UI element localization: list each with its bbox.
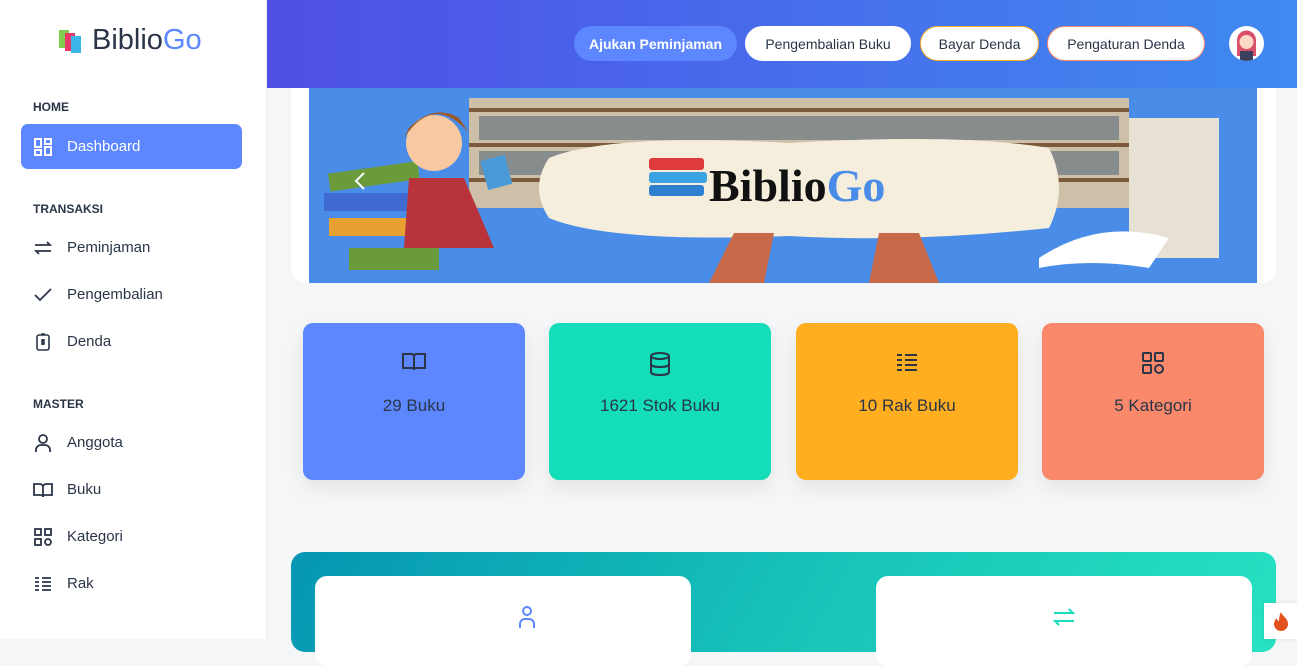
list-icon	[33, 574, 53, 594]
category-icon	[33, 527, 53, 547]
stat-card-stok[interactable]: 1621 Stok Buku	[549, 323, 771, 480]
sidebar-item-label: Dashboard	[67, 138, 141, 155]
pengaturan-denda-button[interactable]: Pengaturan Denda	[1047, 26, 1205, 61]
brand-name: Biblio	[92, 24, 163, 56]
dashboard-icon	[33, 137, 53, 157]
sidebar-item-anggota[interactable]: Anggota	[21, 420, 242, 465]
sidebar-item-kategori[interactable]: Kategori	[21, 514, 242, 559]
bayar-denda-button[interactable]: Bayar Denda	[920, 26, 1039, 61]
receipt-dollar-icon	[33, 332, 53, 352]
sidebar: Biblio Go HOME Dashboard TRANSAKSI Peminj…	[0, 0, 267, 639]
fire-icon[interactable]	[1264, 603, 1297, 639]
arrows-exchange-icon	[1053, 608, 1075, 626]
brand-logo[interactable]: Biblio Go	[58, 24, 202, 57]
section-transaksi: TRANSAKSI	[33, 202, 104, 216]
database-icon	[649, 352, 671, 377]
sidebar-item-label: Peminjaman	[67, 239, 151, 256]
topbar: Ajukan Peminjaman Pengembalian Buku Baya…	[267, 0, 1297, 88]
banner-image: BiblioGo	[309, 88, 1257, 283]
avatar[interactable]	[1229, 26, 1264, 61]
arrows-exchange-icon	[33, 238, 53, 258]
sidebar-item-label: Buku	[67, 481, 102, 498]
summary-card-peminjaman	[876, 576, 1252, 666]
svg-text:BiblioGo: BiblioGo	[709, 160, 885, 211]
sidebar-item-denda[interactable]: Denda	[21, 319, 242, 364]
section-home: HOME	[33, 100, 69, 114]
banner: BiblioGo	[291, 88, 1276, 283]
check-icon	[33, 285, 53, 305]
sidebar-item-dashboard[interactable]: Dashboard	[21, 124, 242, 169]
sidebar-item-label: Anggota	[67, 434, 123, 451]
user-icon	[33, 433, 53, 453]
sidebar-item-label: Denda	[67, 333, 112, 350]
sidebar-item-label: Pengembalian	[67, 286, 163, 303]
ajukan-peminjaman-button[interactable]: Ajukan Peminjaman	[574, 26, 737, 61]
sidebar-item-label: Rak	[67, 575, 94, 592]
pengembalian-buku-button[interactable]: Pengembalian Buku	[745, 26, 911, 61]
book-icon	[33, 480, 53, 500]
stat-card-kategori[interactable]: 5 Kategori	[1042, 323, 1264, 480]
user-icon	[519, 606, 535, 628]
stat-label: 1621 Stok Buku	[599, 396, 721, 415]
stat-card-rak[interactable]: 10 Rak Buku	[796, 323, 1018, 480]
stat-label: 10 Rak Buku	[858, 396, 956, 415]
brand-name-accent: Go	[162, 24, 202, 56]
category-icon	[1142, 352, 1164, 376]
stat-card-buku[interactable]: 29 Buku	[303, 323, 525, 480]
stat-label: 29 Buku	[382, 396, 446, 415]
sidebar-item-buku[interactable]: Buku	[21, 467, 242, 512]
sidebar-item-label: Kategori	[67, 528, 123, 545]
list-icon	[896, 352, 918, 376]
summary-card-anggota	[315, 576, 691, 666]
sidebar-item-rak[interactable]: Rak	[21, 561, 242, 606]
book-icon	[402, 352, 426, 376]
section-master: MASTER	[33, 397, 84, 411]
sidebar-item-pengembalian[interactable]: Pengembalian	[21, 272, 242, 317]
stat-label: 5 Kategori	[1114, 396, 1192, 415]
sidebar-item-peminjaman[interactable]: Peminjaman	[21, 225, 242, 270]
summary-panel	[291, 552, 1276, 666]
books-icon	[59, 29, 81, 53]
